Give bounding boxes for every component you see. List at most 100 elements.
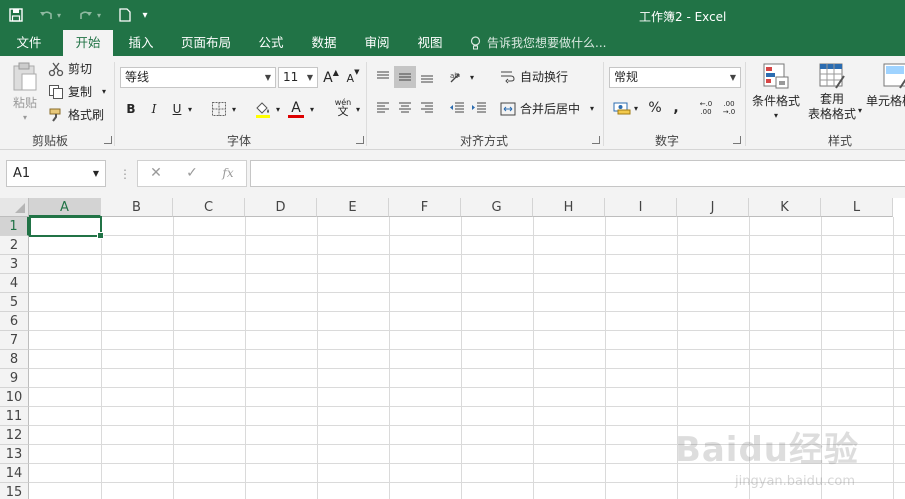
tab-file[interactable]: 文件 (6, 30, 52, 56)
column-header[interactable]: F (389, 198, 461, 217)
row-header[interactable]: 4 (0, 274, 29, 293)
copy-dropdown-icon[interactable]: ▾ (102, 87, 106, 96)
align-left-button[interactable] (372, 97, 394, 119)
bold-button[interactable]: B (120, 98, 142, 120)
select-all-button[interactable] (0, 198, 29, 217)
column-header[interactable]: C (173, 198, 245, 217)
align-center-button[interactable] (394, 97, 416, 119)
format-as-table-dropdown-icon[interactable]: ▾ (858, 106, 862, 115)
row-header[interactable]: 5 (0, 293, 29, 312)
increase-decimal-button[interactable]: ←.0 .00 (695, 97, 717, 119)
cancel-icon[interactable]: ✕ (142, 161, 170, 186)
conditional-formatting-button[interactable]: 条件格式 ▾ (750, 62, 802, 120)
font-color-button[interactable]: A (285, 98, 307, 120)
merge-dropdown-icon[interactable]: ▾ (590, 104, 594, 113)
column-header[interactable]: K (749, 198, 821, 217)
tab-view[interactable]: 视图 (408, 30, 452, 56)
number-launcher-icon[interactable] (733, 136, 741, 144)
font-size-select[interactable]: 11 ▼ (278, 67, 318, 88)
formula-input[interactable] (250, 160, 905, 187)
decrease-indent-button[interactable] (446, 97, 468, 119)
number-format-select[interactable]: 常规 ▼ (609, 67, 741, 88)
align-bottom-button[interactable] (416, 66, 438, 88)
new-document-icon[interactable] (113, 3, 137, 27)
tab-data[interactable]: 数据 (302, 30, 346, 56)
format-as-table-button[interactable]: 套用 表格格式 (804, 62, 860, 122)
column-header[interactable]: D (245, 198, 317, 217)
increase-indent-button[interactable] (468, 97, 490, 119)
format-painter-button[interactable]: 格式刷 (48, 106, 104, 123)
active-cell[interactable] (29, 216, 104, 239)
column-header[interactable]: A (29, 198, 101, 217)
font-launcher-icon[interactable] (356, 136, 364, 144)
fill-color-button[interactable] (252, 98, 274, 120)
save-icon[interactable] (4, 3, 28, 27)
tab-review[interactable]: 审阅 (355, 30, 399, 56)
accounting-dropdown-icon[interactable]: ▾ (630, 97, 642, 119)
row-header[interactable]: 10 (0, 388, 29, 407)
row-header[interactable]: 11 (0, 407, 29, 426)
enter-icon[interactable]: ✓ (178, 161, 206, 186)
row-header[interactable]: 2 (0, 236, 29, 255)
borders-dropdown-icon[interactable]: ▾ (228, 98, 240, 120)
shrink-font-button[interactable]: A ▼ (342, 67, 364, 89)
cut-button[interactable]: 剪切 (48, 60, 92, 77)
decrease-decimal-button[interactable]: .00 →.0 (718, 97, 740, 119)
name-box[interactable]: A1 ▼ (6, 160, 106, 187)
orientation-dropdown-icon[interactable]: ▾ (466, 66, 478, 88)
row-header[interactable]: 1 (0, 217, 29, 236)
styles-group-label: 样式 (827, 134, 852, 148)
name-box-value: A1 (13, 166, 31, 181)
cell-styles-button[interactable]: 单元格样 (866, 62, 905, 109)
redo-dropdown-icon[interactable]: ▾ (94, 3, 104, 27)
font-color-dropdown-icon[interactable]: ▾ (306, 98, 318, 120)
row-header[interactable]: 8 (0, 350, 29, 369)
customize-qat-icon[interactable]: ▾ (137, 3, 153, 27)
column-header[interactable]: G (461, 198, 533, 217)
insert-function-icon[interactable]: fx (214, 161, 242, 186)
conditional-dropdown-icon[interactable]: ▾ (774, 111, 778, 120)
row-header[interactable]: 14 (0, 464, 29, 483)
column-header[interactable]: B (101, 198, 173, 217)
percent-style-button[interactable]: % (644, 97, 666, 119)
row-header[interactable]: 6 (0, 312, 29, 331)
column-header[interactable]: E (317, 198, 389, 217)
paste-dropdown-icon[interactable]: ▾ (23, 113, 27, 122)
italic-button[interactable]: I (143, 98, 165, 120)
grow-font-button[interactable]: A ▲ (320, 67, 342, 89)
row-header[interactable]: 13 (0, 445, 29, 464)
wrap-text-button[interactable]: 自动换行 (500, 68, 568, 85)
fill-color-dropdown-icon[interactable]: ▾ (272, 98, 284, 120)
row-header[interactable]: 9 (0, 369, 29, 388)
splitter-handle-icon[interactable]: ⋮ (119, 167, 131, 181)
tab-page-layout[interactable]: 页面布局 (173, 30, 239, 56)
align-right-button[interactable] (416, 97, 438, 119)
font-name-select[interactable]: 等线 ▼ (120, 67, 276, 88)
underline-dropdown-icon[interactable]: ▾ (184, 98, 196, 120)
tell-me-box[interactable]: 告诉我您想要做什么... (470, 30, 606, 56)
row-header[interactable]: 12 (0, 426, 29, 445)
phonetic-dropdown-icon[interactable]: ▾ (352, 98, 364, 120)
comma-style-button[interactable]: , (665, 97, 687, 119)
column-header[interactable]: I (605, 198, 677, 217)
align-left-icon (377, 102, 389, 113)
orientation-button[interactable]: ab (446, 66, 468, 88)
row-header[interactable]: 7 (0, 331, 29, 350)
paste-button[interactable]: 粘贴 ▾ (6, 62, 44, 122)
align-top-button[interactable] (372, 66, 394, 88)
clipboard-launcher-icon[interactable] (104, 136, 112, 144)
tab-formulas[interactable]: 公式 (249, 30, 293, 56)
column-header[interactable]: L (821, 198, 893, 217)
column-header[interactable]: H (533, 198, 605, 217)
merge-center-button[interactable]: 合并后居中 ▾ (500, 100, 594, 117)
borders-button[interactable] (208, 98, 230, 120)
tab-home[interactable]: 开始 (63, 30, 113, 56)
row-header[interactable]: 3 (0, 255, 29, 274)
row-header[interactable]: 15 (0, 483, 29, 499)
tab-insert[interactable]: 插入 (119, 30, 163, 56)
column-header[interactable]: J (677, 198, 749, 217)
alignment-launcher-icon[interactable] (592, 136, 600, 144)
align-middle-button[interactable] (394, 66, 416, 88)
undo-dropdown-icon[interactable]: ▾ (54, 3, 64, 27)
copy-button[interactable]: 复制 ▾ (48, 83, 106, 100)
